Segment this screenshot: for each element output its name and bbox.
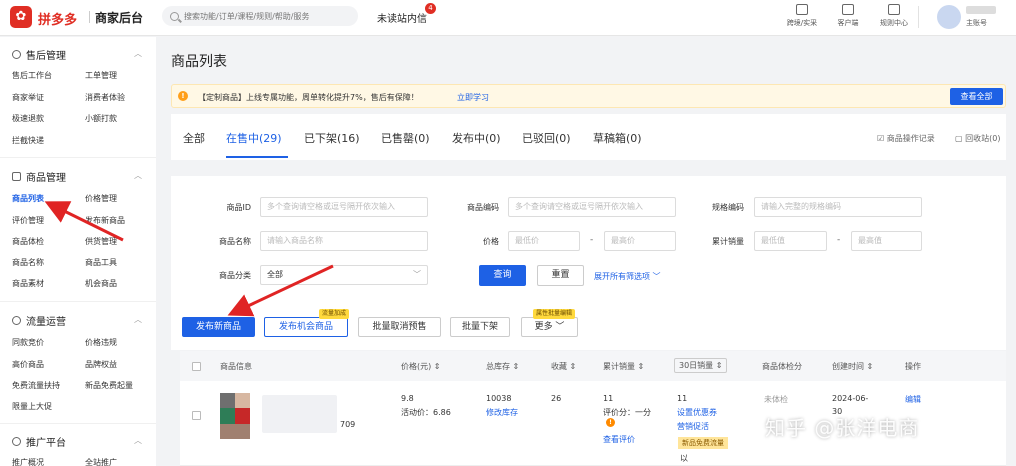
arrow-to-publish-button <box>227 264 334 317</box>
arrow-to-product-list <box>44 201 124 242</box>
zhihu-watermark: 知乎 @张洋电商 <box>765 416 920 440</box>
annotation-arrows <box>44 201 334 317</box>
